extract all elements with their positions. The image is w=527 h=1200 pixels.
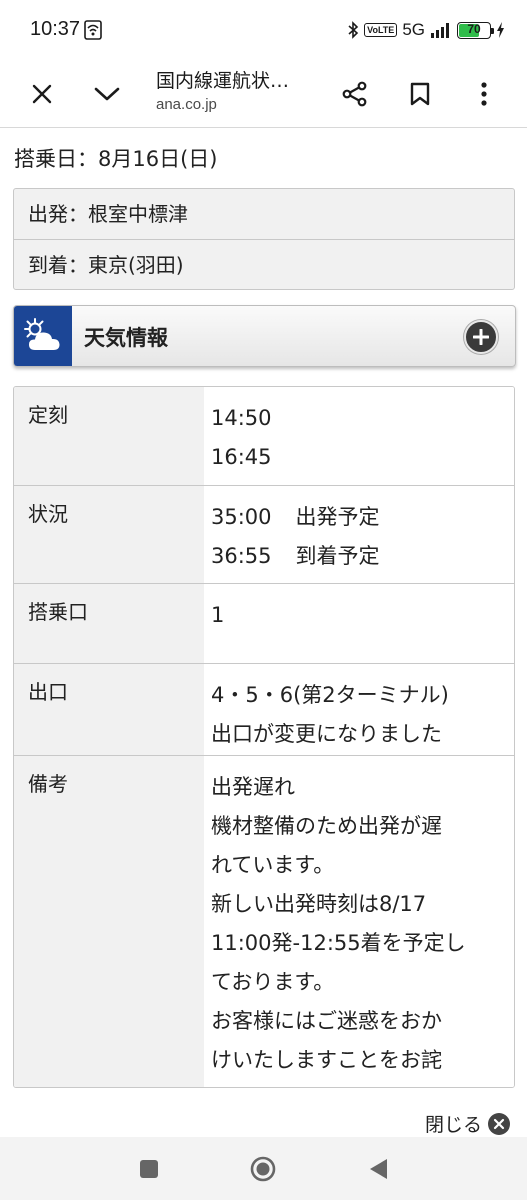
exit-label: 出口 [14, 664, 204, 755]
recent-apps-icon [140, 1160, 158, 1178]
share-button[interactable] [331, 70, 379, 118]
status-bar: 10:37 VoLTE 5G 70 [0, 0, 527, 62]
browser-toolbar: 国内線運航状… ana.co.jp [0, 62, 527, 128]
remarks-line: 11:00発-12:55着を予定し [211, 931, 466, 955]
expand-weather-button[interactable] [464, 320, 498, 354]
status-right-group: VoLTE 5G 70 [348, 18, 505, 42]
close-circle-icon [488, 1112, 510, 1135]
exit-notice: 出口が変更になりました [211, 722, 442, 746]
system-nav-bar [0, 1137, 527, 1200]
close-label: 閉じる [424, 1114, 482, 1136]
close-icon [32, 84, 52, 104]
remarks-line: れています。 [211, 853, 335, 877]
more-options-button[interactable] [460, 70, 508, 118]
charging-icon [497, 22, 504, 38]
remarks-label: 備考 [14, 756, 204, 1087]
back-icon [370, 1159, 387, 1179]
signal-icon [431, 23, 449, 38]
battery-icon: 70 [457, 21, 494, 39]
table-row-gate: 搭乗口 1 [14, 583, 514, 663]
back-button[interactable] [364, 1155, 392, 1183]
status-arrival-time: 36:55 [211, 544, 272, 568]
status-arrival-text: 到着予定 [295, 544, 380, 568]
table-row-scheduled: 定刻 14:50 16:45 [14, 387, 514, 485]
chevron-down-icon [94, 87, 120, 101]
collapse-button[interactable] [83, 70, 131, 118]
departure-airport: 出発：根室中標津 [28, 202, 188, 226]
remarks-line: 出発遅れ [211, 775, 295, 799]
close-tab-button[interactable] [18, 70, 66, 118]
weather-icon-box [14, 306, 72, 366]
exit-value: 4・5・6(第2ターミナル) 出口が変更になりました [204, 664, 514, 755]
table-row-remarks: 備考 出発遅れ 機材整備のため出発が遅 れています。 新しい出発時刻は8/17 … [14, 755, 514, 1087]
remarks-line: び申し上げます。 [211, 1080, 514, 1087]
weather-label: 天気情報 [84, 326, 168, 350]
flight-status-table: 定刻 14:50 16:45 状況 35:00 出発予定 36:55 到着予定 搭乗… [13, 386, 515, 1088]
bookmark-icon [410, 82, 430, 106]
remarks-line: 新しい出発時刻は8/17 [211, 892, 427, 916]
home-button[interactable] [249, 1155, 277, 1183]
battery-level: 70 [467, 21, 481, 36]
wifi-hotspot-icon [84, 20, 102, 40]
gate-label: 搭乗口 [14, 584, 204, 663]
boarding-date: 搭乗日：8月16日(日) [14, 147, 218, 171]
plus-icon [473, 329, 489, 345]
status-value: 35:00 出発予定 36:55 到着予定 [204, 486, 514, 583]
remarks-value: 出発遅れ 機材整備のため出発が遅 れています。 新しい出発時刻は8/17 11:… [204, 756, 514, 1087]
close-link[interactable]: 閉じる [425, 1110, 510, 1137]
page-url: ana.co.jp [156, 96, 217, 113]
weather-partly-cloudy-icon [24, 318, 60, 350]
remarks-line: 機材整備のため出発が遅 [211, 814, 442, 838]
volte-badge: VoLTE [364, 23, 398, 37]
route-box: 出発：根室中標津 到着：東京(羽田) [13, 188, 515, 290]
table-row-status: 状況 35:00 出発予定 36:55 到着予定 [14, 485, 514, 583]
exit-terminal: 4・5・6(第2ターミナル) [211, 683, 449, 707]
network-type: 5G [402, 20, 425, 39]
status-time: 10:37 [30, 18, 81, 40]
page-title: 国内線運航状… [156, 70, 290, 92]
scheduled-label: 定刻 [14, 387, 204, 485]
home-icon [250, 1156, 276, 1182]
status-departure-time: 35:00 [211, 505, 272, 529]
remarks-line: ております。 [211, 970, 335, 994]
bluetooth-icon [348, 21, 359, 39]
more-vert-icon [481, 82, 487, 106]
status-departure-text: 出発予定 [295, 505, 380, 529]
remarks-line: お客様にはご迷惑をおか [211, 1009, 442, 1033]
table-row-exit: 出口 4・5・6(第2ターミナル) 出口が変更になりました [14, 663, 514, 755]
share-icon [342, 81, 367, 107]
weather-info-toggle[interactable]: 天気情報 [13, 305, 516, 367]
bookmark-button[interactable] [396, 70, 444, 118]
arrival-airport: 到着：東京(羽田) [14, 239, 514, 289]
scheduled-arrival-time: 16:45 [211, 445, 272, 469]
remarks-line: けいたしますことをお詫 [211, 1048, 442, 1072]
status-label: 状況 [14, 486, 204, 583]
scheduled-value: 14:50 16:45 [204, 387, 514, 485]
scheduled-departure-time: 14:50 [211, 406, 272, 430]
recent-apps-button[interactable] [135, 1155, 163, 1183]
gate-value: 1 [204, 584, 514, 663]
